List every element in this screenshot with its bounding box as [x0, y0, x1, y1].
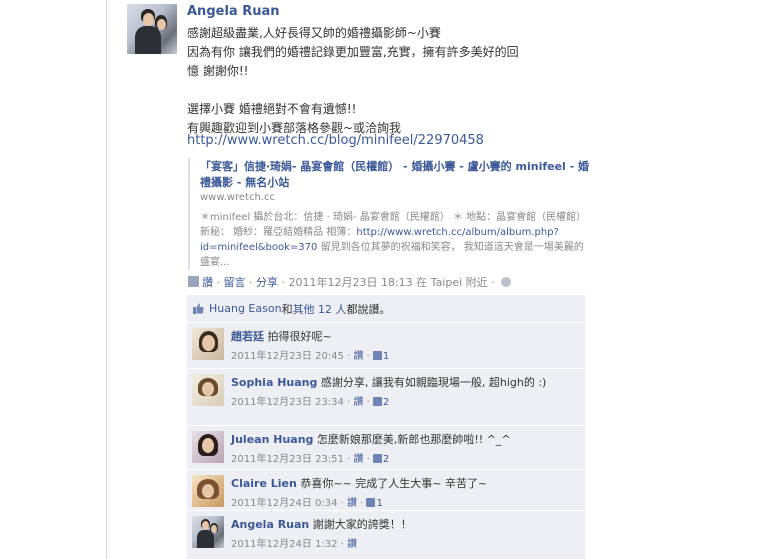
- thumbs-up-icon: [372, 454, 382, 463]
- comment-like-count[interactable]: 2: [383, 454, 389, 465]
- thumbs-up-icon: [193, 303, 204, 314]
- comment-like-link[interactable]: 讚: [353, 351, 363, 362]
- commenter-name[interactable]: Angela Ruan: [231, 518, 309, 531]
- comment-text: 謝謝大家的誇獎！！: [312, 518, 412, 531]
- post-link[interactable]: http://www.wretch.cc/blog/minifeel/22970…: [187, 133, 484, 148]
- post-line: 憶 謝謝你!!: [187, 64, 249, 78]
- comment-like-link[interactable]: 讚: [353, 397, 363, 408]
- thumbs-up-icon: [372, 397, 382, 406]
- shared-link-domain: www.wretch.cc: [200, 192, 275, 203]
- comment-like-link[interactable]: 讚: [347, 539, 357, 550]
- comment-text: 感謝分享, 讓我有如親臨現場一般, 超high的 :): [320, 376, 547, 389]
- commenter-name[interactable]: Claire Lien: [231, 477, 297, 490]
- comment-text: 怎麼新娘那麼美,新郎也那麼帥啦!! ^_^: [316, 433, 511, 446]
- commenter-name[interactable]: 趙若廷: [231, 330, 264, 343]
- commenter-name[interactable]: Julean Huang: [231, 433, 313, 446]
- action-separator: ·: [213, 276, 224, 289]
- note-icon: [188, 276, 199, 287]
- shared-link-title[interactable]: 「宴客」信捷‧琦娟- 晶宴會館（民權館） - 婚攝小賽 - 盧小賽的 minif…: [200, 159, 593, 191]
- likes-summary: Huang Eason 和其他 12 人都說讚。: [187, 295, 585, 323]
- comment-like-count[interactable]: 1: [376, 498, 382, 509]
- comment-text: 拍得很好呢~: [267, 330, 332, 343]
- comment-item: Claire Lien 恭喜你~~ 完成了人生大事~ 辛苦了~ 2011年12月…: [187, 470, 585, 511]
- liker-name[interactable]: Huang Eason: [209, 302, 282, 315]
- comment-like-count[interactable]: 1: [383, 351, 389, 362]
- action-separator: ·: [245, 276, 256, 289]
- post-timestamp: · 2011年12月23日 18:13 在 Taipei 附近 ·: [278, 276, 499, 289]
- comment-link[interactable]: 留言: [224, 276, 246, 289]
- commenter-avatar[interactable]: [192, 475, 224, 507]
- feedback-box: Huang Eason 和其他 12 人都說讚。 趙若廷 拍得很好呢~ 2011…: [187, 295, 585, 559]
- comment-time: 2011年12月23日 20:45: [231, 351, 344, 362]
- comment-item: 趙若廷 拍得很好呢~ 2011年12月23日 20:45 · 讚 · 1: [187, 323, 585, 369]
- location-icon[interactable]: [501, 277, 512, 287]
- comment-item: Angela Ruan 謝謝大家的誇獎！！ 2011年12月24日 1:32 ·…: [187, 511, 585, 559]
- page-divider: [106, 0, 107, 559]
- thumbs-up-icon: [366, 498, 376, 507]
- commenter-avatar[interactable]: [192, 431, 224, 463]
- post-line: 因為有你 讓我們的婚禮記錄更加豐富,充實，擁有許多美好的回: [187, 45, 519, 59]
- comment-time: 2011年12月23日 23:34: [231, 397, 344, 408]
- comment-time: 2011年12月24日 0:34: [231, 498, 338, 509]
- author-avatar[interactable]: [127, 4, 177, 54]
- likes-others-link[interactable]: 其他 12 人: [293, 301, 347, 317]
- comment-item: Sophia Huang 感謝分享, 讓我有如親臨現場一般, 超high的 :)…: [187, 369, 585, 426]
- likes-and: 和: [281, 302, 293, 316]
- thumbs-up-icon: [372, 351, 382, 360]
- commenter-name[interactable]: Sophia Huang: [231, 376, 317, 389]
- like-link[interactable]: 讚: [202, 276, 213, 289]
- post-line: 選擇小賽 婚禮絕對不會有遺憾!!: [187, 102, 357, 116]
- post-author-name[interactable]: Angela Ruan: [187, 4, 280, 19]
- comment-like-count[interactable]: 2: [383, 397, 389, 408]
- shared-link-preview: 「宴客」信捷‧琦娟- 晶宴會館（民權館） - 婚攝小賽 - 盧小賽的 minif…: [188, 158, 593, 270]
- post-message: 感謝超級盡業,人好長得又帥的婚禮攝影師~小賽 因為有你 讓我們的婚禮記錄更加豐富…: [187, 24, 582, 138]
- shared-link-description: ＊minifeel 攝於台北：信捷 ‧ 琦娟- 晶宴會館（民權館） ＊ 地點：晶…: [200, 210, 593, 270]
- post-actions: 讚 · 留言 · 分享 · 2011年12月23日 18:13 在 Taipei…: [188, 274, 512, 290]
- commenter-avatar[interactable]: [192, 516, 224, 548]
- comment-item: Julean Huang 怎麼新娘那麼美,新郎也那麼帥啦!! ^_^ 2011年…: [187, 426, 585, 470]
- share-link[interactable]: 分享: [256, 276, 278, 289]
- post-line: 感謝超級盡業,人好長得又帥的婚禮攝影師~小賽: [187, 26, 441, 40]
- comment-like-link[interactable]: 讚: [347, 498, 357, 509]
- likes-tail: 都說讚。: [346, 302, 391, 316]
- commenter-avatar[interactable]: [192, 374, 224, 406]
- comment-time: 2011年12月23日 23:51: [231, 454, 344, 465]
- commenter-avatar[interactable]: [192, 328, 224, 360]
- comment-like-link[interactable]: 讚: [353, 454, 363, 465]
- post-line: [187, 81, 582, 100]
- comment-time: 2011年12月24日 1:32: [231, 539, 338, 550]
- comment-text: 恭喜你~~ 完成了人生大事~ 辛苦了~: [300, 477, 488, 490]
